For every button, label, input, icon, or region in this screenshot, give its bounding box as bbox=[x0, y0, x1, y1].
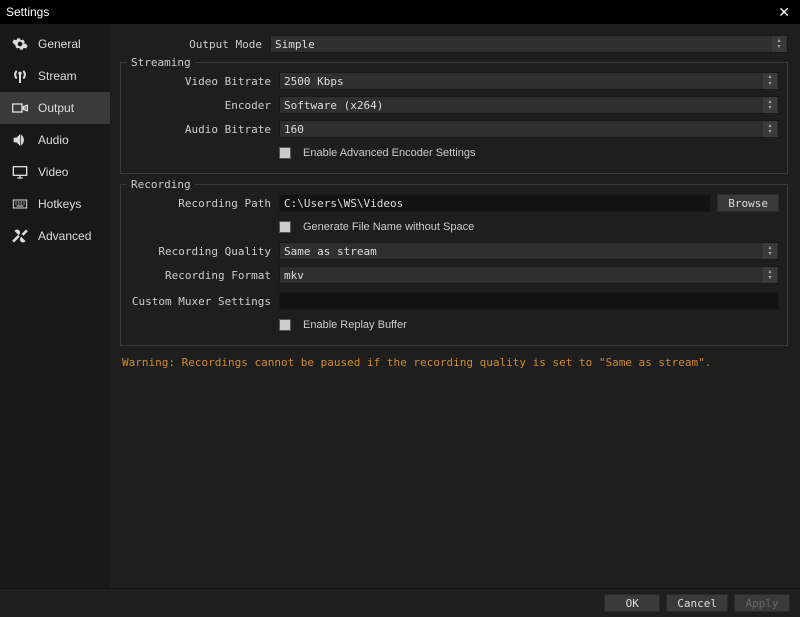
antenna-icon bbox=[10, 68, 30, 84]
monitor-icon bbox=[10, 164, 30, 180]
recording-path-input[interactable] bbox=[279, 194, 711, 212]
output-mode-label: Output Mode bbox=[120, 38, 270, 51]
video-bitrate-spinner[interactable] bbox=[279, 72, 779, 90]
recording-title: Recording bbox=[127, 178, 195, 191]
sidebar-item-stream[interactable]: Stream bbox=[0, 60, 110, 92]
keyboard-icon bbox=[10, 196, 30, 212]
audio-bitrate-select[interactable] bbox=[279, 120, 779, 138]
sidebar-item-label: Hotkeys bbox=[38, 197, 81, 211]
recording-path-label: Recording Path bbox=[129, 197, 279, 210]
footer: OK Cancel Apply bbox=[0, 588, 800, 617]
sidebar-item-label: Stream bbox=[38, 69, 77, 83]
sidebar-item-video[interactable]: Video bbox=[0, 156, 110, 188]
sidebar-item-label: Output bbox=[38, 101, 74, 115]
recording-format-select[interactable] bbox=[279, 266, 779, 284]
window-title: Settings bbox=[6, 5, 49, 19]
replay-buffer-checkbox[interactable] bbox=[279, 319, 291, 331]
recording-format-label: Recording Format bbox=[129, 269, 279, 282]
cancel-button[interactable]: Cancel bbox=[666, 594, 728, 612]
video-bitrate-label: Video Bitrate bbox=[129, 75, 279, 88]
chevron-updown-icon[interactable]: ▴▾ bbox=[763, 121, 777, 137]
streaming-group: Streaming Video Bitrate ▴▾ Encoder ▴▾ bbox=[120, 62, 788, 174]
speaker-icon bbox=[10, 132, 30, 148]
sidebar-item-output[interactable]: Output bbox=[0, 92, 110, 124]
sidebar-item-label: General bbox=[38, 37, 81, 51]
no-space-checkbox[interactable] bbox=[279, 221, 291, 233]
sidebar-item-advanced[interactable]: Advanced bbox=[0, 220, 110, 252]
output-icon bbox=[10, 100, 30, 116]
recording-quality-select[interactable] bbox=[279, 242, 779, 260]
recording-group: Recording Recording Path Browse Generate… bbox=[120, 184, 788, 346]
chevron-updown-icon[interactable]: ▴▾ bbox=[763, 243, 777, 259]
encoder-select[interactable] bbox=[279, 96, 779, 114]
sidebar-item-label: Advanced bbox=[38, 229, 91, 243]
chevron-updown-icon[interactable]: ▴▾ bbox=[763, 97, 777, 113]
spinner-updown-icon[interactable]: ▴▾ bbox=[763, 73, 777, 89]
muxer-label: Custom Muxer Settings bbox=[129, 295, 279, 308]
warning-text: Warning: Recordings cannot be paused if … bbox=[122, 356, 786, 369]
close-icon[interactable]: ✕ bbox=[774, 4, 794, 21]
sidebar-item-label: Audio bbox=[38, 133, 69, 147]
main-panel: Output Mode ▴▾ Streaming Video Bitrate ▴… bbox=[110, 24, 800, 588]
apply-button[interactable]: Apply bbox=[734, 594, 790, 612]
sidebar-item-general[interactable]: General bbox=[0, 28, 110, 60]
chevron-updown-icon[interactable]: ▴▾ bbox=[763, 267, 777, 283]
encoder-label: Encoder bbox=[129, 99, 279, 112]
chevron-updown-icon[interactable]: ▴▾ bbox=[772, 36, 786, 52]
titlebar: Settings ✕ bbox=[0, 0, 800, 24]
sidebar: General Stream Output Audio Video bbox=[0, 24, 110, 588]
sidebar-item-label: Video bbox=[38, 165, 68, 179]
advanced-encoder-checkbox[interactable] bbox=[279, 147, 291, 159]
streaming-title: Streaming bbox=[127, 56, 195, 69]
ok-button[interactable]: OK bbox=[604, 594, 660, 612]
recording-quality-label: Recording Quality bbox=[129, 245, 279, 258]
browse-button[interactable]: Browse bbox=[717, 194, 779, 212]
sidebar-item-audio[interactable]: Audio bbox=[0, 124, 110, 156]
replay-buffer-checkbox-label: Enable Replay Buffer bbox=[303, 319, 407, 331]
advanced-encoder-checkbox-label: Enable Advanced Encoder Settings bbox=[303, 147, 475, 159]
output-mode-row: Output Mode ▴▾ bbox=[120, 34, 788, 54]
sidebar-item-hotkeys[interactable]: Hotkeys bbox=[0, 188, 110, 220]
no-space-checkbox-label: Generate File Name without Space bbox=[303, 221, 474, 233]
audio-bitrate-label: Audio Bitrate bbox=[129, 123, 279, 136]
muxer-input[interactable] bbox=[279, 292, 779, 310]
gear-icon bbox=[10, 36, 30, 52]
output-mode-select[interactable] bbox=[270, 35, 788, 53]
tools-icon bbox=[10, 228, 30, 244]
